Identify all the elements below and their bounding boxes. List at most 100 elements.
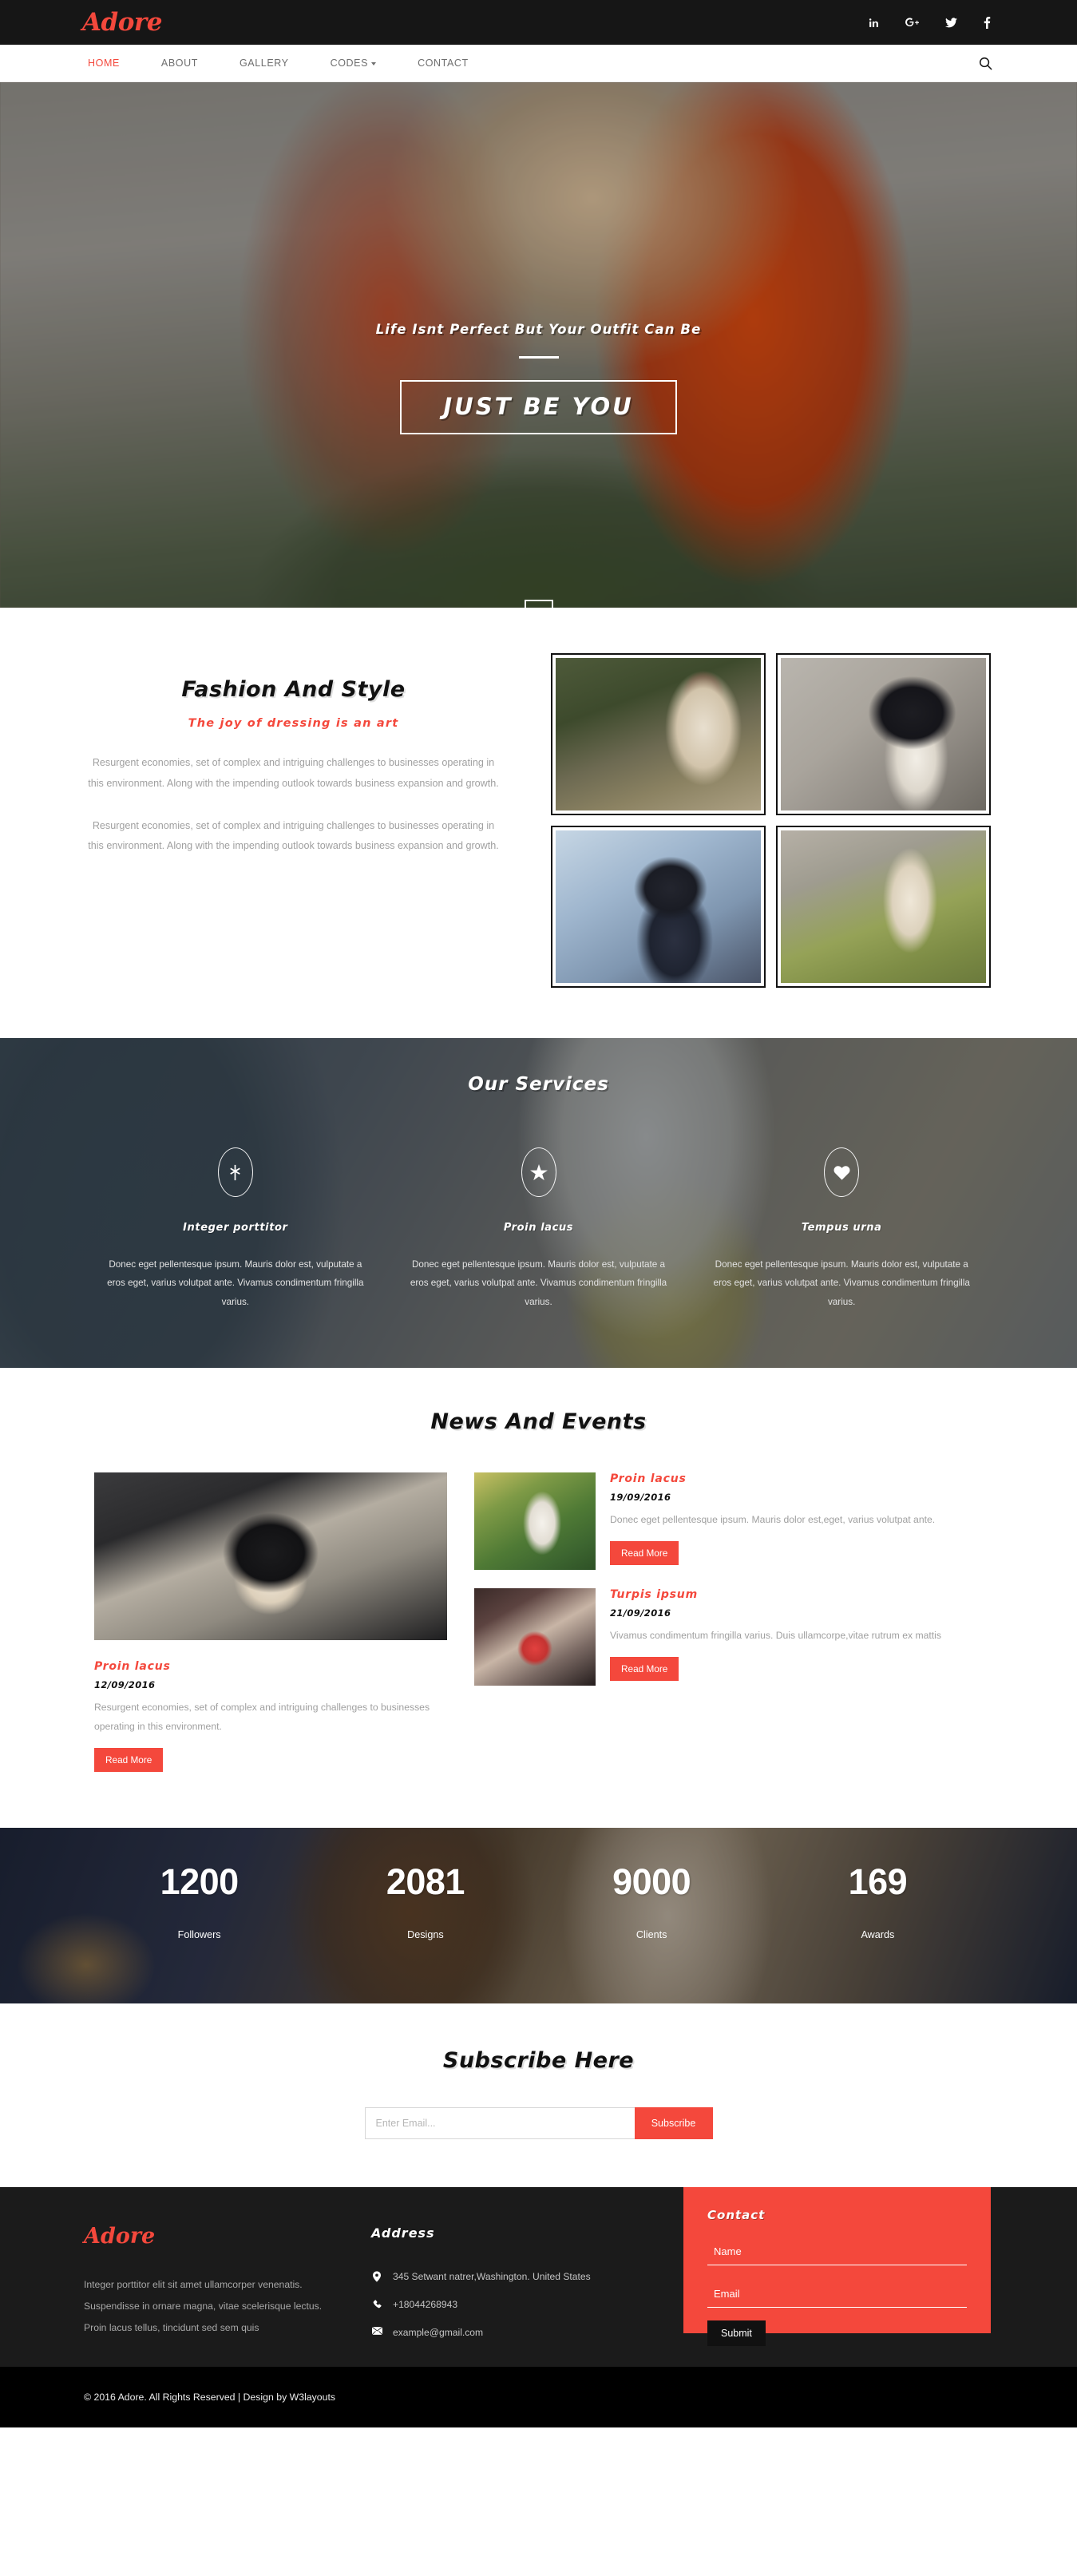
- star-icon[interactable]: [521, 1147, 556, 1197]
- facebook-icon[interactable]: [984, 16, 991, 29]
- services-section: Our Services Integer porttitor Donec ege…: [0, 1038, 1077, 1368]
- phone-icon: [371, 2299, 382, 2309]
- news-heading: News And Events: [430, 1409, 647, 1434]
- footer-email-link[interactable]: example@gmail.com: [393, 2327, 483, 2338]
- stat-label-designs: Designs: [407, 1928, 444, 1940]
- news-item-read-more-button-1[interactable]: Read More: [610, 1540, 679, 1565]
- service-card-3: Tempus urna Donec eget pellentesque ipsu…: [690, 1147, 993, 1311]
- copyright-text: © 2016 Adore. All Rights Reserved | Desi…: [84, 2391, 336, 2403]
- chevron-down-icon: [371, 62, 377, 65]
- about-section: Fashion And Style The joy of dressing is…: [0, 608, 1077, 1038]
- subscribe-email-input[interactable]: [364, 2106, 635, 2139]
- subscribe-section: Subscribe Here Subscribe: [0, 2003, 1077, 2187]
- hero-title: JUST BE YOU: [443, 393, 634, 420]
- news-item-image-1[interactable]: [474, 1472, 596, 1570]
- news-item-image-2[interactable]: [474, 1588, 596, 1686]
- about-paragraph-1: Resurgent economies, set of complex and …: [88, 757, 499, 789]
- asterisk-icon[interactable]: [217, 1147, 253, 1197]
- nav-item-contact[interactable]: CONTACT: [418, 57, 469, 69]
- stat-followers: 1200 Followers: [86, 1861, 312, 1940]
- hero-divider: [518, 356, 559, 359]
- service-title-3: Tempus urna: [801, 1222, 882, 1234]
- footer-line-3: Proin lacus tellus, tincidunt sed sem qu…: [84, 2322, 259, 2334]
- service-title-1: Integer porttitor: [183, 1222, 288, 1234]
- news-featured-title: Proin lacus: [94, 1660, 171, 1673]
- search-icon[interactable]: [979, 57, 992, 70]
- hero-banner: Life Isnt Perfect But Your Outfit Can Be…: [0, 82, 1077, 608]
- twitter-icon[interactable]: [945, 17, 957, 28]
- news-featured-card: Proin lacus 12/09/2016 Resurgent economi…: [94, 1472, 447, 1772]
- about-paragraph-2: Resurgent economies, set of complex and …: [88, 819, 499, 852]
- services-row: Integer porttitor Donec eget pellentesqu…: [0, 1147, 1077, 1311]
- stat-label-followers: Followers: [177, 1928, 221, 1940]
- top-bar: Adore: [0, 0, 1077, 45]
- footer-phone-link[interactable]: +18044268943: [393, 2299, 457, 2310]
- gallery-item[interactable]: [551, 826, 766, 988]
- gallery-image-4: [781, 830, 986, 983]
- stat-number-clients: 9000: [612, 1861, 691, 1902]
- stat-designs: 2081 Designs: [312, 1861, 538, 1940]
- linkedin-icon[interactable]: [869, 18, 879, 28]
- contact-heading: Contact: [707, 2207, 766, 2222]
- news-item-title-1: Proin lacus: [610, 1472, 687, 1485]
- page-root: Adore HOME ABOUT GALLERY CODES CONTACT L…: [0, 0, 1077, 2427]
- news-featured-text: Resurgent economies, set of complex and …: [94, 1702, 430, 1732]
- gallery-item[interactable]: [776, 653, 991, 815]
- stats-row: 1200 Followers 2081 Designs 9000 Clients…: [0, 1828, 1077, 1940]
- main-navbar: HOME ABOUT GALLERY CODES CONTACT: [0, 45, 1077, 82]
- contact-submit-button[interactable]: Submit: [707, 2320, 766, 2346]
- contact-name-input[interactable]: [707, 2240, 967, 2265]
- footer-address-text: 345 Setwant natrer,Washington. United St…: [393, 2270, 591, 2282]
- service-title-2: Proin lacus: [503, 1222, 574, 1234]
- nav-item-home[interactable]: HOME: [88, 57, 120, 69]
- subscribe-heading: Subscribe Here: [442, 2047, 635, 2073]
- googleplus-icon[interactable]: [905, 17, 919, 28]
- gallery-item[interactable]: [551, 653, 766, 815]
- social-links: [869, 16, 991, 29]
- news-featured-image[interactable]: [94, 1472, 447, 1640]
- footer-address-row: 345 Setwant natrer,Washington. United St…: [371, 2271, 683, 2282]
- stat-awards: 169 Awards: [765, 1861, 991, 1940]
- nav-label-contact: CONTACT: [418, 57, 469, 69]
- heart-icon[interactable]: [824, 1147, 860, 1197]
- about-text-column: Fashion And Style The joy of dressing is…: [0, 653, 551, 988]
- footer-contact-form: Contact Submit: [683, 2186, 991, 2346]
- nav-label-about: ABOUT: [160, 57, 198, 69]
- stat-label-awards: Awards: [861, 1928, 895, 1940]
- service-card-1: Integer porttitor Donec eget pellentesqu…: [84, 1147, 387, 1311]
- stat-number-designs: 2081: [386, 1861, 465, 1902]
- envelope-icon: [371, 2326, 382, 2335]
- nav-item-codes[interactable]: CODES: [331, 57, 377, 69]
- stats-section: 1200 Followers 2081 Designs 9000 Clients…: [0, 1827, 1077, 2003]
- service-text-2: Donec eget pellentesque ipsum. Mauris do…: [410, 1259, 667, 1307]
- about-subheading: The joy of dressing is an art: [188, 717, 399, 730]
- contact-email-input[interactable]: [707, 2282, 967, 2308]
- news-featured-date: 12/09/2016: [94, 1679, 156, 1690]
- news-item: Turpis ipsum 21/09/2016 Vivamus condimen…: [474, 1588, 983, 1686]
- news-item: Proin lacus 19/09/2016 Donec eget pellen…: [474, 1472, 983, 1570]
- footer-phone-row: +18044268943: [371, 2299, 683, 2310]
- site-logo[interactable]: Adore: [82, 10, 162, 35]
- about-heading: Fashion And Style: [181, 677, 406, 702]
- footer-address-column: Address 345 Setwant natrer,Washington. U…: [371, 2225, 683, 2367]
- news-featured-read-more-button[interactable]: Read More: [94, 1747, 164, 1772]
- subscribe-button[interactable]: Subscribe: [634, 2106, 713, 2139]
- service-card-2: Proin lacus Donec eget pellentesque ipsu…: [387, 1147, 691, 1311]
- hero-title-box: JUST BE YOU: [400, 380, 677, 434]
- gallery-image-1: [556, 658, 761, 810]
- nav-item-gallery[interactable]: GALLERY: [240, 57, 289, 69]
- footer-line-1: Integer porttitor elit sit amet ullamcor…: [84, 2278, 303, 2290]
- copyright-bar: © 2016 Adore. All Rights Reserved | Desi…: [0, 2366, 1077, 2427]
- gallery-image-2: [781, 658, 986, 810]
- gallery-item[interactable]: [776, 826, 991, 988]
- nav-item-about[interactable]: ABOUT: [161, 57, 198, 69]
- news-list: Proin lacus 19/09/2016 Donec eget pellen…: [474, 1472, 983, 1772]
- footer-address-heading: Address: [371, 2225, 435, 2241]
- service-text-3: Donec eget pellentesque ipsum. Mauris do…: [713, 1259, 970, 1307]
- arrow-down-icon[interactable]: [524, 600, 553, 608]
- footer-brand-column: Adore Integer porttitor elit sit amet ul…: [0, 2225, 371, 2367]
- news-section: News And Events Proin lacus 12/09/2016 R…: [0, 1368, 1077, 1828]
- footer-logo[interactable]: Adore: [84, 2225, 371, 2247]
- news-item-read-more-button-2[interactable]: Read More: [610, 1656, 679, 1681]
- stat-number-followers: 1200: [160, 1861, 240, 1902]
